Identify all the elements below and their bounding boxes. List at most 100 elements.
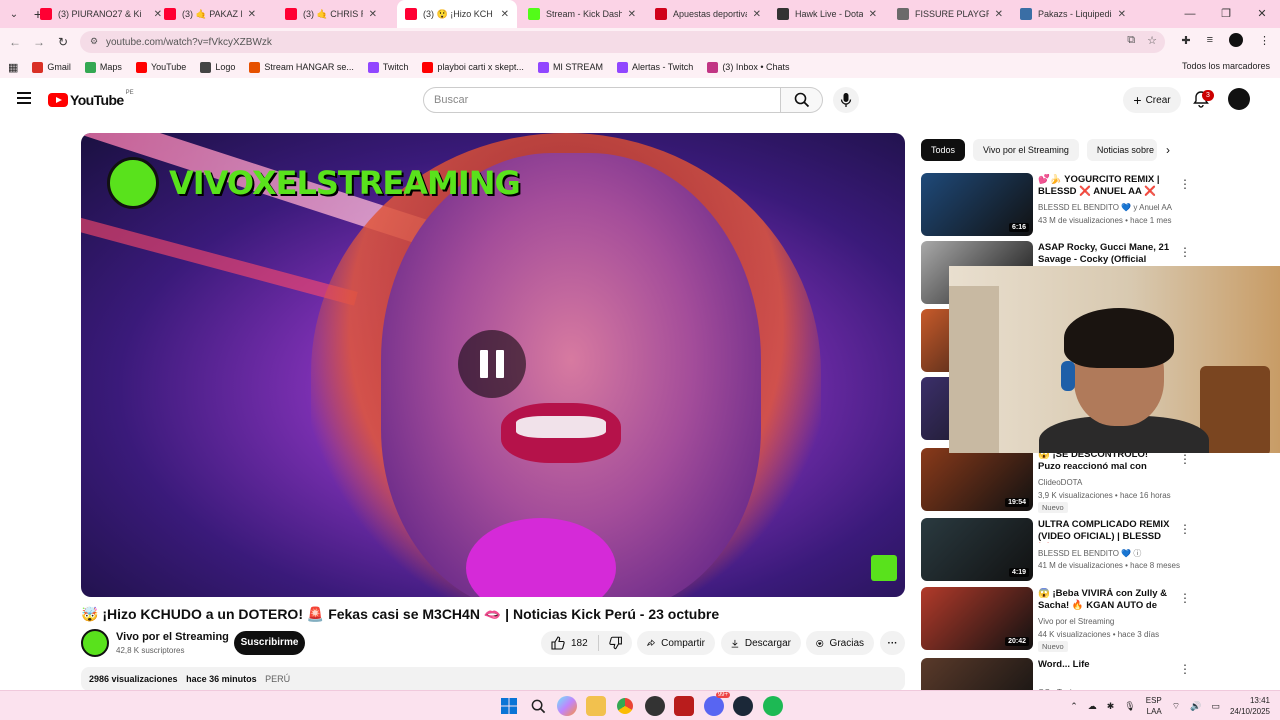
back-icon[interactable]: ←: [3, 35, 27, 49]
recommendation-channel[interactable]: BLESSD EL BENDITO 💙 ⓘ: [1038, 548, 1141, 559]
forward-icon[interactable]: →: [27, 35, 51, 49]
apps-icon[interactable]: ▦: [8, 61, 18, 74]
more-actions-icon[interactable]: ···: [880, 631, 905, 655]
maximize-icon[interactable]: ❐: [1208, 0, 1244, 28]
bookmark-item[interactable]: (3) Inbox • Chats: [707, 61, 790, 73]
close-tab-icon[interactable]: ✕: [1118, 9, 1126, 20]
browser-tab[interactable]: Apuestas deportivas ✕: [647, 0, 769, 28]
wifi-icon[interactable]: ⌔: [1172, 701, 1180, 712]
media-controls-icon[interactable]: ≡: [1207, 34, 1213, 46]
install-icon[interactable]: ⧉: [1127, 34, 1135, 47]
video-thumbnail[interactable]: 6:16: [921, 173, 1033, 236]
profile-avatar[interactable]: [1229, 33, 1243, 47]
discord-icon[interactable]: 99+: [704, 692, 730, 716]
reload-icon[interactable]: ↻: [51, 35, 75, 49]
chip-channel[interactable]: Vivo por el Streaming: [973, 139, 1079, 161]
tray-chevron-icon[interactable]: ⌃: [1070, 701, 1078, 712]
close-tab-icon[interactable]: ✕: [753, 9, 761, 20]
input-language[interactable]: ESP LAA: [1146, 695, 1162, 717]
minimize-icon[interactable]: —: [1172, 0, 1208, 28]
like-button[interactable]: 182: [551, 636, 588, 650]
browser-tab[interactable]: Pakazs - Liquipedia D ✕: [1012, 0, 1134, 28]
battery-icon[interactable]: ▭: [1211, 701, 1220, 712]
video-thumbnail[interactable]: 4:19: [921, 518, 1033, 581]
recommendation-channel[interactable]: Vivo por el Streaming: [1038, 617, 1114, 626]
bookmark-star-icon[interactable]: ☆: [1147, 34, 1157, 47]
address-bar[interactable]: ⚙ youtube.com/watch?v=fVkcyXZBWzk ⧉ ☆: [80, 31, 1165, 53]
youtube-logo[interactable]: YouTube PE: [48, 90, 134, 108]
video-player[interactable]: VIVOXELSTREAMING: [81, 133, 905, 597]
pause-button[interactable]: [458, 330, 526, 398]
browser-tab[interactable]: (3) 😲 ¡Hizo KCH ✕: [397, 0, 517, 28]
recommendation-title[interactable]: ULTRA COMPLICADO REMIX (VIDEO OFICIAL) |…: [1038, 519, 1173, 543]
download-button[interactable]: Descargar: [721, 631, 801, 655]
browser-tab[interactable]: (3) PIURANO27 & Ki ✕: [32, 0, 170, 28]
recommendation-channel[interactable]: BLESSD EL BENDITO 💙 y Anuel AA: [1038, 203, 1172, 212]
chevron-right-icon[interactable]: ›: [1166, 143, 1170, 157]
bookmark-item[interactable]: Gmail: [32, 61, 71, 73]
onedrive-icon[interactable]: ☁: [1088, 701, 1097, 712]
bookmark-item[interactable]: Alertas - Twitch: [616, 61, 693, 73]
description-box[interactable]: 2986 visualizaciones hace 36 minutos PER…: [81, 667, 905, 691]
more-options-icon[interactable]: ⋮: [1179, 662, 1191, 676]
channel-name[interactable]: Vivo por el Streaming: [116, 631, 229, 643]
bookmark-item[interactable]: playboi carti x skept...: [422, 61, 524, 73]
close-tab-icon[interactable]: ✕: [369, 9, 377, 20]
recommendation-item[interactable]: 4:19 ULTRA COMPLICADO REMIX (VIDEO OFICIA…: [921, 518, 1271, 582]
video-thumbnail[interactable]: 20:42: [921, 587, 1033, 650]
thanks-button[interactable]: Gracias: [806, 631, 874, 655]
voice-search-button[interactable]: [833, 87, 859, 113]
all-bookmarks-link[interactable]: Todos los marcadores: [1182, 61, 1270, 71]
recommendation-item[interactable]: 6:16 💕🍌 YOGURCITO REMIX | BLESSD ❌ ANUEL …: [921, 173, 1271, 237]
chrome-icon[interactable]: [615, 696, 635, 716]
browser-tab[interactable]: Hawk Live - Dota 2 m ✕: [769, 0, 885, 28]
browser-tab[interactable]: FISSURE PLAYGROUN ✕: [889, 0, 1011, 28]
mic-tray-icon[interactable]: 🎙: [1124, 701, 1135, 712]
tab-search-icon[interactable]: ⌄: [2, 2, 26, 26]
recommendation-item[interactable]: 19:54 😱 ¡SE DESCONTROLÓ! Puzo reaccionó m…: [921, 448, 1271, 513]
location-tag[interactable]: PERÚ: [265, 674, 290, 684]
menu-hamburger-icon[interactable]: [17, 92, 31, 104]
clock[interactable]: 13:41 24/10/2025: [1230, 695, 1270, 717]
recommendation-item[interactable]: 20:42 😱 ¡Beba VIVIRÁ con Zully & Sacha! 🔥…: [921, 587, 1271, 652]
bookmark-item[interactable]: Logo: [200, 61, 235, 73]
recommendation-title[interactable]: ASAP Rocky, Gucci Mane, 21 Savage - Cock…: [1038, 242, 1173, 266]
more-options-icon[interactable]: ⋮: [1179, 591, 1191, 605]
recommendation-channel[interactable]: ClideoDOTA: [1038, 478, 1082, 487]
more-options-icon[interactable]: ⋮: [1179, 245, 1191, 259]
browser-tab[interactable]: (3) 🤙 CHRIS RECOG ✕: [277, 0, 385, 28]
browser-tab[interactable]: Stream - Kick Dashbo ✕: [520, 0, 644, 28]
extensions-icon[interactable]: ✚: [1181, 34, 1190, 47]
taskbar-search-icon[interactable]: [528, 696, 548, 716]
chip-all[interactable]: Todos: [921, 139, 966, 161]
video-thumbnail[interactable]: 19:54: [921, 448, 1033, 511]
search-button[interactable]: [781, 87, 823, 113]
start-menu-icon[interactable]: [499, 696, 519, 716]
search-input[interactable]: Buscar: [423, 87, 781, 113]
create-button[interactable]: + Crear: [1123, 87, 1181, 113]
dota-icon[interactable]: [674, 696, 694, 716]
spotify-icon[interactable]: [763, 696, 783, 716]
recommendation-title[interactable]: Word... Life: [1038, 659, 1173, 671]
bookmark-item[interactable]: YouTube: [135, 61, 186, 73]
thumbs-down-icon[interactable]: [608, 636, 622, 650]
obs-icon[interactable]: [645, 696, 665, 716]
close-tab-icon[interactable]: ✕: [628, 9, 636, 20]
share-button[interactable]: Compartir: [637, 631, 715, 655]
bluetooth-icon[interactable]: ✱: [1107, 701, 1115, 712]
close-tab-icon[interactable]: ✕: [995, 9, 1003, 20]
site-info-icon[interactable]: ⚙: [88, 36, 100, 48]
more-options-icon[interactable]: ⋮: [1179, 177, 1191, 191]
copilot-icon[interactable]: [557, 696, 577, 716]
file-explorer-icon[interactable]: [586, 696, 606, 716]
more-options-icon[interactable]: ⋮: [1179, 522, 1191, 536]
close-window-icon[interactable]: ✕: [1244, 0, 1280, 28]
close-tab-icon[interactable]: ✕: [501, 9, 509, 20]
chip-news[interactable]: Noticias sobre p: [1086, 139, 1157, 161]
channel-watermark[interactable]: [871, 555, 897, 581]
recommendation-title[interactable]: 💕🍌 YOGURCITO REMIX | BLESSD ❌ ANUEL AA ❌…: [1038, 174, 1173, 198]
close-tab-icon[interactable]: ✕: [248, 9, 256, 20]
bookmark-item[interactable]: MI STREAM: [537, 61, 603, 73]
steam-icon[interactable]: [733, 696, 753, 716]
menu-icon[interactable]: ⋮: [1259, 34, 1270, 47]
